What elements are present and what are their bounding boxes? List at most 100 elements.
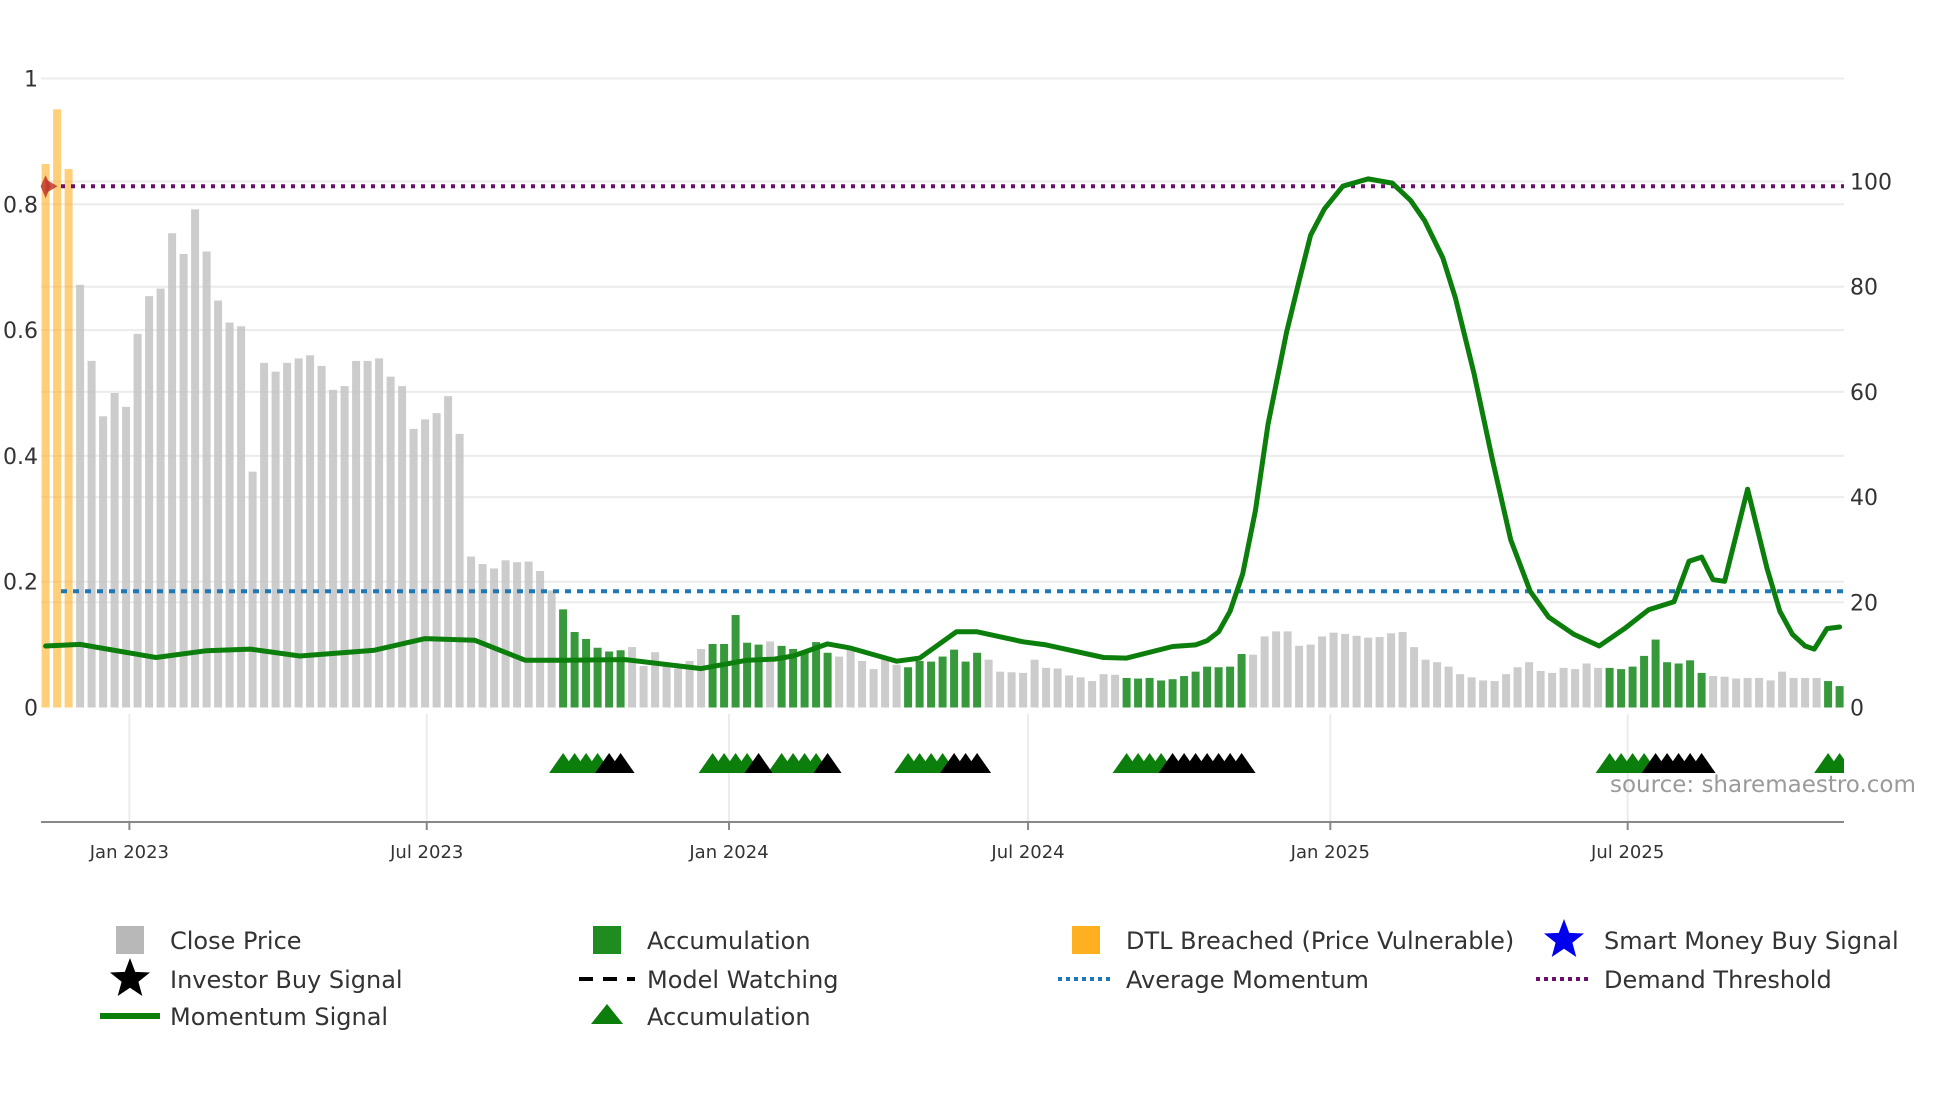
close-bar bbox=[1387, 633, 1396, 708]
close-bar bbox=[1007, 672, 1016, 708]
close-bar bbox=[1076, 677, 1085, 708]
legend-triangle-icon bbox=[591, 1004, 623, 1024]
close-bar bbox=[1513, 667, 1522, 708]
legend-label: Demand Threshold bbox=[1604, 966, 1832, 994]
left-y-tick-label: 1 bbox=[24, 68, 38, 93]
close-bar bbox=[386, 376, 395, 708]
accumulation-bar bbox=[1674, 663, 1683, 708]
close-bar bbox=[697, 649, 706, 708]
x-tick-label: Jul 2025 bbox=[1590, 842, 1664, 863]
close-bar bbox=[1479, 680, 1488, 708]
close-bar bbox=[1732, 678, 1741, 708]
legend-label: Investor Buy Signal bbox=[170, 966, 403, 994]
legend-item: Close Price bbox=[116, 926, 302, 955]
close-bar bbox=[340, 386, 349, 708]
close-bar bbox=[214, 300, 223, 708]
close-bar bbox=[122, 406, 131, 708]
close-bar bbox=[1502, 674, 1511, 708]
close-bar bbox=[1801, 677, 1810, 708]
close-bar bbox=[1766, 680, 1775, 708]
dtl_breached-bar bbox=[41, 164, 50, 708]
close-bar bbox=[1743, 677, 1752, 708]
close-bar bbox=[1306, 644, 1315, 708]
close-bar bbox=[1559, 667, 1568, 708]
right-y-tick-label: 40 bbox=[1850, 486, 1878, 511]
close-bar bbox=[1272, 631, 1281, 708]
accumulation-bar bbox=[1134, 678, 1143, 708]
accumulation-bar bbox=[570, 632, 579, 708]
legend-label: Model Watching bbox=[647, 966, 839, 994]
accumulation-bar bbox=[1157, 680, 1166, 708]
accumulation-bar bbox=[1226, 666, 1235, 708]
legend-item: Smart Money Buy Signal bbox=[1604, 927, 1899, 955]
accumulation-bar bbox=[915, 660, 924, 708]
close-bar bbox=[1329, 632, 1338, 708]
accumulation-bar bbox=[1824, 681, 1833, 708]
close-bar bbox=[1433, 662, 1442, 708]
close-bar bbox=[191, 209, 200, 708]
close-bar bbox=[409, 428, 418, 708]
right-y-tick-label: 60 bbox=[1850, 381, 1878, 406]
close-bar bbox=[1065, 675, 1074, 708]
accumulation-bar bbox=[1237, 654, 1246, 708]
close-bar bbox=[202, 251, 211, 708]
close-bar bbox=[329, 389, 338, 708]
accumulation-bar bbox=[800, 652, 809, 708]
close-bar bbox=[1536, 671, 1545, 708]
close-bar bbox=[1490, 681, 1499, 708]
right-y-tick-label: 0 bbox=[1850, 697, 1864, 722]
legend-star-icon bbox=[1544, 919, 1584, 957]
close-bar bbox=[662, 665, 671, 708]
close-bar bbox=[432, 413, 441, 708]
right-y-tick-label: 80 bbox=[1850, 276, 1878, 301]
legend-label: DTL Breached (Price Vulnerable) bbox=[1126, 927, 1514, 955]
close-bar bbox=[1249, 654, 1258, 708]
accumulation-bar bbox=[961, 661, 970, 708]
close-bar bbox=[87, 360, 96, 708]
legend-item: Accumulation bbox=[593, 926, 811, 955]
accumulation-bar bbox=[1203, 666, 1212, 708]
accumulation-bar bbox=[1651, 639, 1660, 708]
dtl_breached-bar bbox=[53, 109, 62, 708]
close-bar bbox=[892, 664, 901, 708]
close-bar bbox=[1444, 666, 1453, 708]
close-bar bbox=[444, 396, 453, 708]
close-bar bbox=[1789, 677, 1798, 708]
accumulation-bar bbox=[1686, 660, 1695, 708]
close-bar bbox=[99, 416, 108, 708]
legend-item: DTL Breached (Price Vulnerable) bbox=[1072, 926, 1514, 955]
left-y-tick-label: 0.8 bbox=[3, 193, 38, 218]
close-bar bbox=[467, 556, 476, 708]
close-bar bbox=[1755, 677, 1764, 708]
legend-label: Momentum Signal bbox=[170, 1003, 388, 1031]
close-bar bbox=[1099, 674, 1108, 708]
accumulation-bar bbox=[1640, 655, 1649, 708]
left-y-tick-label: 0.4 bbox=[3, 445, 38, 470]
close-bar bbox=[1456, 674, 1465, 708]
accumulation-bar bbox=[1628, 666, 1637, 708]
momentum-line-layer bbox=[43, 176, 1843, 672]
close-bar bbox=[1421, 659, 1430, 708]
accumulation-bar bbox=[1617, 669, 1626, 708]
close-bar bbox=[846, 648, 855, 708]
close-bar bbox=[1318, 636, 1327, 708]
close-bar bbox=[513, 562, 522, 708]
left-y-tick-label: 0.2 bbox=[3, 571, 38, 596]
legend-label: Accumulation bbox=[647, 1003, 811, 1031]
momentum-chart: 0 0.2 0.4 0.6 0.8 1 0 20 40 60 80 100 Jan 2023 Jul 20… bbox=[3, 68, 1916, 1032]
legend-square-icon bbox=[1072, 926, 1100, 954]
close-bar bbox=[1398, 632, 1407, 708]
signal-markers bbox=[549, 753, 1844, 773]
accumulation-bar bbox=[812, 642, 821, 708]
close-bar bbox=[1030, 659, 1039, 708]
close-bar bbox=[1260, 636, 1269, 708]
accumulation-bar bbox=[1605, 667, 1614, 708]
accumulation-bar bbox=[973, 652, 982, 708]
legend-item: Demand Threshold bbox=[1536, 966, 1832, 994]
close-bar bbox=[1812, 677, 1821, 708]
close-bar bbox=[1088, 681, 1097, 708]
legend-item: Average Momentum bbox=[1058, 966, 1369, 994]
source-label: source: sharemaestro.com bbox=[1610, 772, 1916, 798]
accumulation-bar bbox=[593, 647, 602, 708]
accumulation-bar bbox=[904, 667, 913, 708]
